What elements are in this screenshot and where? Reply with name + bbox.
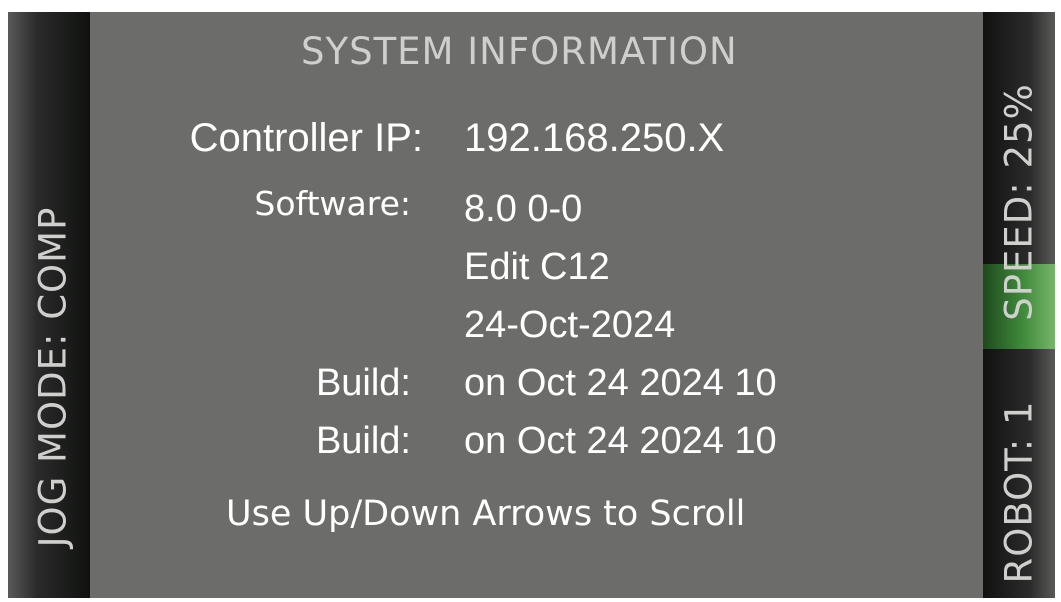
system-info-screen: JOG MODE: COMP SPEED: 25% ROBOT: 1 SYSTE… [8, 12, 1055, 598]
page-title: SYSTEM INFORMATION [301, 30, 738, 73]
software-date: 24-Oct-2024 [464, 304, 676, 346]
software-version: 8.0 0-0 [464, 188, 583, 230]
jog-mode-label: JOG MODE: COMP [31, 206, 75, 548]
scroll-hint: Use Up/Down Arrows to Scroll [226, 494, 746, 534]
controller-ip-label: Controller IP: [189, 116, 423, 160]
build-value-2: on Oct 24 2024 10 [464, 420, 777, 462]
build-value: on Oct 24 2024 10 [464, 362, 777, 404]
software-label: Software: [254, 184, 411, 223]
robot-label[interactable]: ROBOT: 1 [998, 401, 1041, 584]
build-label-2: Build: [315, 420, 411, 462]
jog-mode-bar[interactable]: JOG MODE: COMP [8, 12, 90, 598]
build-label: Build: [315, 362, 411, 404]
controller-ip-value: 192.168.250.X [464, 116, 725, 160]
speed-label: SPEED: 25% [997, 83, 1041, 321]
software-edit: Edit C12 [464, 246, 610, 288]
